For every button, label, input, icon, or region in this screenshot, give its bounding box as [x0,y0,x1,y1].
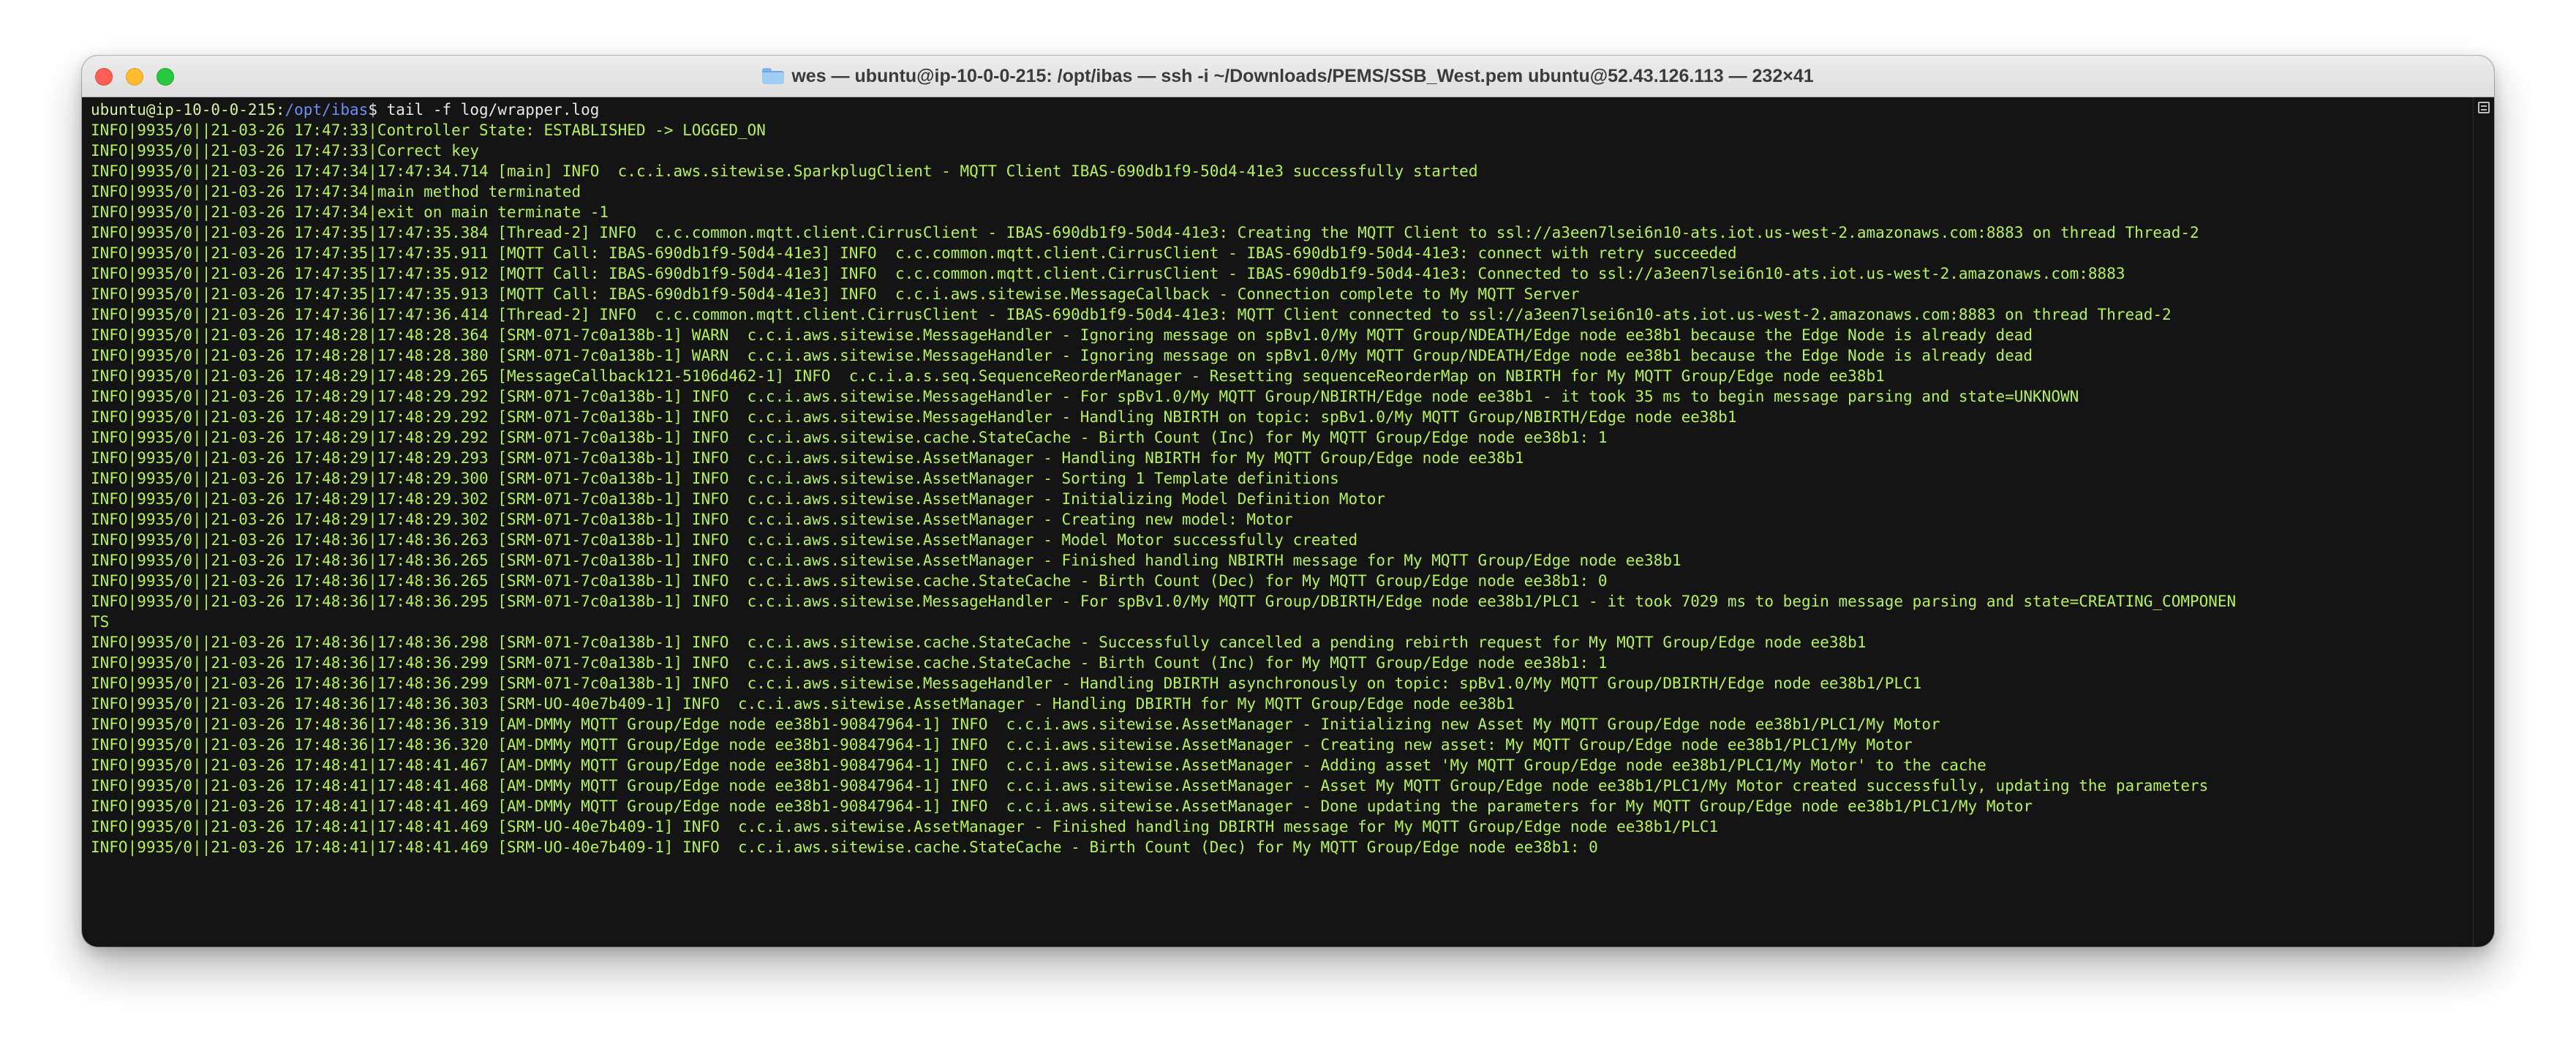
log-line: INFO|9935/0||21-03-26 17:48:36|17:48:36.… [91,736,1913,754]
log-line: INFO|9935/0||21-03-26 17:47:33|Controlle… [91,121,766,139]
log-line: INFO|9935/0||21-03-26 17:47:35|17:47:35.… [91,244,1737,262]
scroll-marker-icon[interactable] [2478,102,2490,113]
log-line: INFO|9935/0||21-03-26 17:48:29|17:48:29.… [91,408,1737,426]
log-line: INFO|9935/0||21-03-26 17:48:41|17:48:41.… [91,777,2209,795]
terminal-output[interactable]: ubuntu@ip-10-0-0-215:/opt/ibas$ tail -f … [82,97,2474,947]
prompt-line: ubuntu@ip-10-0-0-215:/opt/ibas$ tail -f … [91,100,2474,120]
log-line: INFO|9935/0||21-03-26 17:48:29|17:48:29.… [91,490,1386,508]
log-line: INFO|9935/0||21-03-26 17:48:36|17:48:36.… [91,634,1867,651]
folder-icon [762,68,785,84]
prompt-command: tail -f log/wrapper.log [377,101,600,119]
log-output: INFO|9935/0||21-03-26 17:47:33|Controlle… [91,120,2474,857]
log-line: INFO|9935/0||21-03-26 17:47:33|Correct k… [91,142,480,159]
window-title-text: wes — ubuntu@ip-10-0-0-215: /opt/ibas — … [791,66,1814,86]
log-line: INFO|9935/0||21-03-26 17:47:34|main meth… [91,183,581,200]
log-line: INFO|9935/0||21-03-26 17:48:36|17:48:36.… [91,695,1515,713]
prompt-symbol: $ [368,101,377,119]
log-line: INFO|9935/0||21-03-26 17:48:29|17:48:29.… [91,449,1524,467]
prompt-user-host: ubuntu@ip-10-0-0-215: [91,101,285,119]
log-line: INFO|9935/0||21-03-26 17:48:29|17:48:29.… [91,511,1293,528]
log-line: INFO|9935/0||21-03-26 17:48:41|17:48:41.… [91,756,1986,774]
terminal-window: wes — ubuntu@ip-10-0-0-215: /opt/ibas — … [82,56,2494,947]
log-line: INFO|9935/0||21-03-26 17:47:35|17:47:35.… [91,265,2125,282]
log-line: INFO|9935/0||21-03-26 17:48:36|17:48:36.… [91,675,1922,692]
log-line: INFO|9935/0||21-03-26 17:47:34|17:47:34.… [91,162,1478,180]
log-line: INFO|9935/0||21-03-26 17:48:36|17:48:36.… [91,572,1608,590]
log-line: INFO|9935/0||21-03-26 17:48:28|17:48:28.… [91,347,2033,364]
scrollbar[interactable] [2473,97,2494,947]
log-line: INFO|9935/0||21-03-26 17:47:35|17:47:35.… [91,285,1580,303]
log-line: INFO|9935/0||21-03-26 17:48:29|17:48:29.… [91,429,1608,446]
log-line: INFO|9935/0||21-03-26 17:48:28|17:48:28.… [91,326,2033,344]
log-line: INFO|9935/0||21-03-26 17:48:29|17:48:29.… [91,388,2079,405]
log-line: INFO|9935/0||21-03-26 17:47:35|17:47:35.… [91,224,2199,241]
log-line: INFO|9935/0||21-03-26 17:48:29|17:48:29.… [91,367,1885,385]
window-title: wes — ubuntu@ip-10-0-0-215: /opt/ibas — … [82,56,2494,97]
log-line: INFO|9935/0||21-03-26 17:48:36|17:48:36.… [91,716,1940,733]
log-line: INFO|9935/0||21-03-26 17:48:29|17:48:29.… [91,470,1339,487]
log-line: INFO|9935/0||21-03-26 17:47:34|exit on m… [91,203,609,221]
log-line: TS [91,613,110,631]
log-line: INFO|9935/0||21-03-26 17:48:41|17:48:41.… [91,797,2033,815]
log-line: INFO|9935/0||21-03-26 17:48:36|17:48:36.… [91,654,1608,672]
log-line: INFO|9935/0||21-03-26 17:48:36|17:48:36.… [91,531,1358,549]
title-bar[interactable]: wes — ubuntu@ip-10-0-0-215: /opt/ibas — … [82,56,2494,97]
log-line: INFO|9935/0||21-03-26 17:47:36|17:47:36.… [91,306,2172,323]
prompt-path: /opt/ibas [285,101,369,119]
log-line: INFO|9935/0||21-03-26 17:48:36|17:48:36.… [91,593,2237,610]
log-line: INFO|9935/0||21-03-26 17:48:36|17:48:36.… [91,552,1681,569]
log-line: INFO|9935/0||21-03-26 17:48:41|17:48:41.… [91,838,1598,856]
log-line: INFO|9935/0||21-03-26 17:48:41|17:48:41.… [91,818,1719,836]
